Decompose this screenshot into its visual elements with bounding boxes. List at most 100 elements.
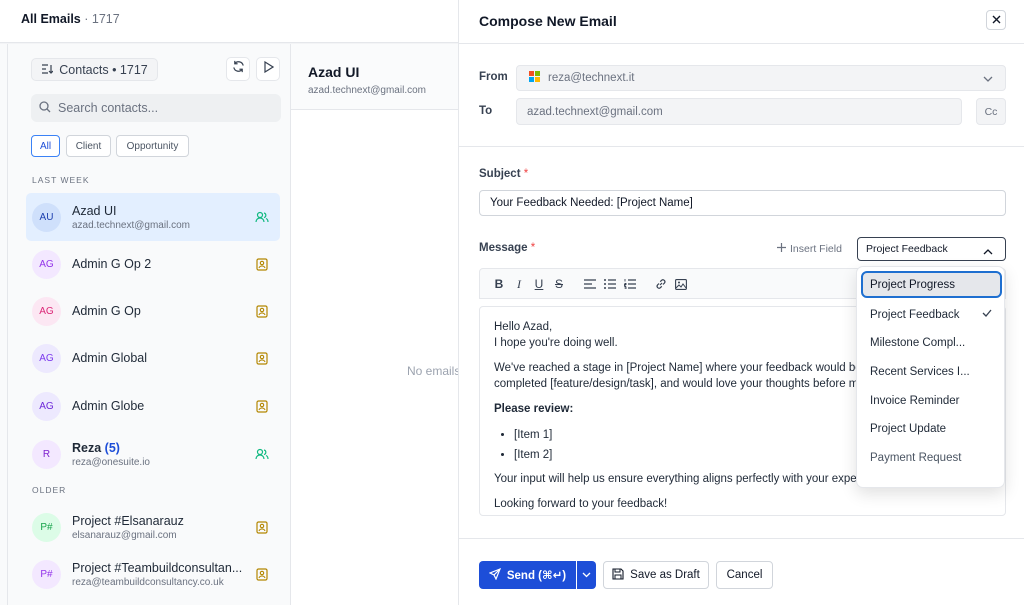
menu-item-payment-request[interactable]: Payment Request [861,444,1002,471]
search-input[interactable] [58,101,268,115]
contact-row[interactable]: AG Admin Global [26,334,280,382]
template-dropdown-menu: Project Progress Project Feedback Milest… [856,266,1005,488]
cancel-button[interactable]: Cancel [716,561,773,589]
contact-row[interactable]: AG Admin G Op 2 [26,240,280,288]
menu-item-project-feedback[interactable]: Project Feedback [861,301,1002,328]
to-field[interactable]: azad.technext@gmail.com [516,98,962,125]
avatar: AG [32,391,61,421]
chevron-up-icon [983,246,993,258]
chevron-down-icon [582,569,591,581]
thread-header: Azad UI azad.technext@gmail.com [291,44,458,110]
contact-name: Reza (5) [72,440,120,455]
search-box[interactable] [31,94,281,122]
insert-field-button[interactable]: Insert Field [777,243,842,255]
contact-email: reza@onesuite.io [72,456,150,468]
menu-item-milestone[interactable]: Milestone Compl... [861,329,1002,356]
section-last-week: LAST WEEK [32,175,90,185]
contact-name: Azad UI [72,203,117,218]
sort-icon [41,63,54,77]
filter-opportunity[interactable]: Opportunity [116,135,189,157]
left-edge-strip [0,44,8,605]
image-icon[interactable] [674,277,688,291]
send-icon [488,567,501,583]
menu-item-project-progress[interactable]: Project Progress [861,271,1002,298]
message-label: Message * [479,242,536,254]
send-button[interactable]: Send (⌘↵) [479,561,576,589]
template-select[interactable]: Project Feedback [857,237,1006,261]
users-icon [254,446,270,462]
avatar: R [32,439,61,469]
menu-item-invoice-reminder[interactable]: Invoice Reminder [861,387,1002,414]
unread-count: (5) [104,440,120,455]
divider [459,43,1024,44]
contact-row[interactable]: P# Project #Elsanarauz elsanarauz@gmail.c… [26,503,280,551]
bullet-list-icon[interactable] [603,277,617,291]
contacts-filter-button[interactable]: Contacts • 1717 [31,58,158,81]
contact-row[interactable]: AG Admin G Op [26,287,280,335]
bold-icon[interactable]: B [492,277,506,291]
subject-input[interactable]: Your Feedback Needed: [Project Name] [479,190,1006,216]
contact-card-icon [254,566,270,582]
top-bar: All Emails · 1717 [0,0,458,43]
avatar: P# [32,559,61,589]
contact-row[interactable]: R Reza (5) reza@onesuite.io [26,430,280,478]
contacts-count-label: Contacts • 1717 [59,62,148,77]
contact-name: Admin G Op 2 [72,257,152,271]
contact-name: Admin Globe [72,399,145,413]
from-select[interactable]: reza@technext.it [516,65,1006,91]
play-button[interactable] [256,57,280,81]
microsoft-icon [529,71,540,85]
save-icon [612,567,624,583]
body-closing: Looking forward to your feedback! [494,498,668,510]
contact-name: Admin G Op [72,304,141,318]
send-options-button[interactable] [577,561,596,589]
numbered-list-icon[interactable] [623,277,637,291]
play-icon [263,60,274,78]
search-icon [39,100,51,116]
thread-contact-email: azad.technext@gmail.com [308,85,426,96]
contact-email: azad.technext@gmail.com [72,219,190,231]
contact-card-icon [254,303,270,319]
filter-client[interactable]: Client [66,135,111,157]
contact-row[interactable]: AU Azad UI azad.technext@gmail.com [26,193,280,241]
link-icon[interactable] [654,277,668,291]
users-icon [254,209,270,225]
avatar: P# [32,512,61,542]
contact-email: reza@teambuildconsultancy.co.uk [72,576,224,588]
close-icon [992,11,1001,29]
menu-item-recent-services[interactable]: Recent Services I... [861,358,1002,385]
avatar: AU [32,202,61,232]
contact-row[interactable]: AG Admin Globe [26,382,280,430]
contacts-panel: Contacts • 1717 All Client Opportunity L… [8,44,291,605]
strikethrough-icon[interactable]: S [552,277,566,291]
italic-icon[interactable]: I [512,277,526,291]
filter-all[interactable]: All [31,135,60,157]
check-icon [982,308,992,320]
underline-icon[interactable]: U [532,277,546,291]
avatar: AG [32,249,61,279]
contact-email: elsanarauz@gmail.com [72,529,177,541]
contact-row[interactable]: P# Project #Teambuildconsultan... reza@te… [26,550,280,598]
save-draft-label: Save as Draft [630,569,700,581]
contact-card-icon [254,256,270,272]
cc-button[interactable]: Cc [976,98,1006,125]
divider [459,146,1024,147]
plus-icon [777,243,786,255]
refresh-button[interactable] [226,57,250,81]
page-title: All Emails · 1717 [21,12,120,26]
contact-card-icon [254,519,270,535]
from-label: From [479,71,508,83]
close-button[interactable] [986,10,1006,30]
chevron-down-icon [983,74,993,86]
contact-name: Project #Elsanarauz [72,513,184,528]
contact-card-icon [254,398,270,414]
refresh-icon [232,60,245,78]
menu-item-project-update[interactable]: Project Update [861,415,1002,442]
section-older: OLDER [32,485,67,495]
empty-state-text: No emails [407,364,461,378]
save-draft-button[interactable]: Save as Draft [603,561,709,589]
from-value: reza@technext.it [548,72,635,84]
align-left-icon[interactable] [583,277,597,291]
contact-name: Project #Teambuildconsultan... [72,560,243,575]
template-selected-value: Project Feedback [866,243,948,255]
